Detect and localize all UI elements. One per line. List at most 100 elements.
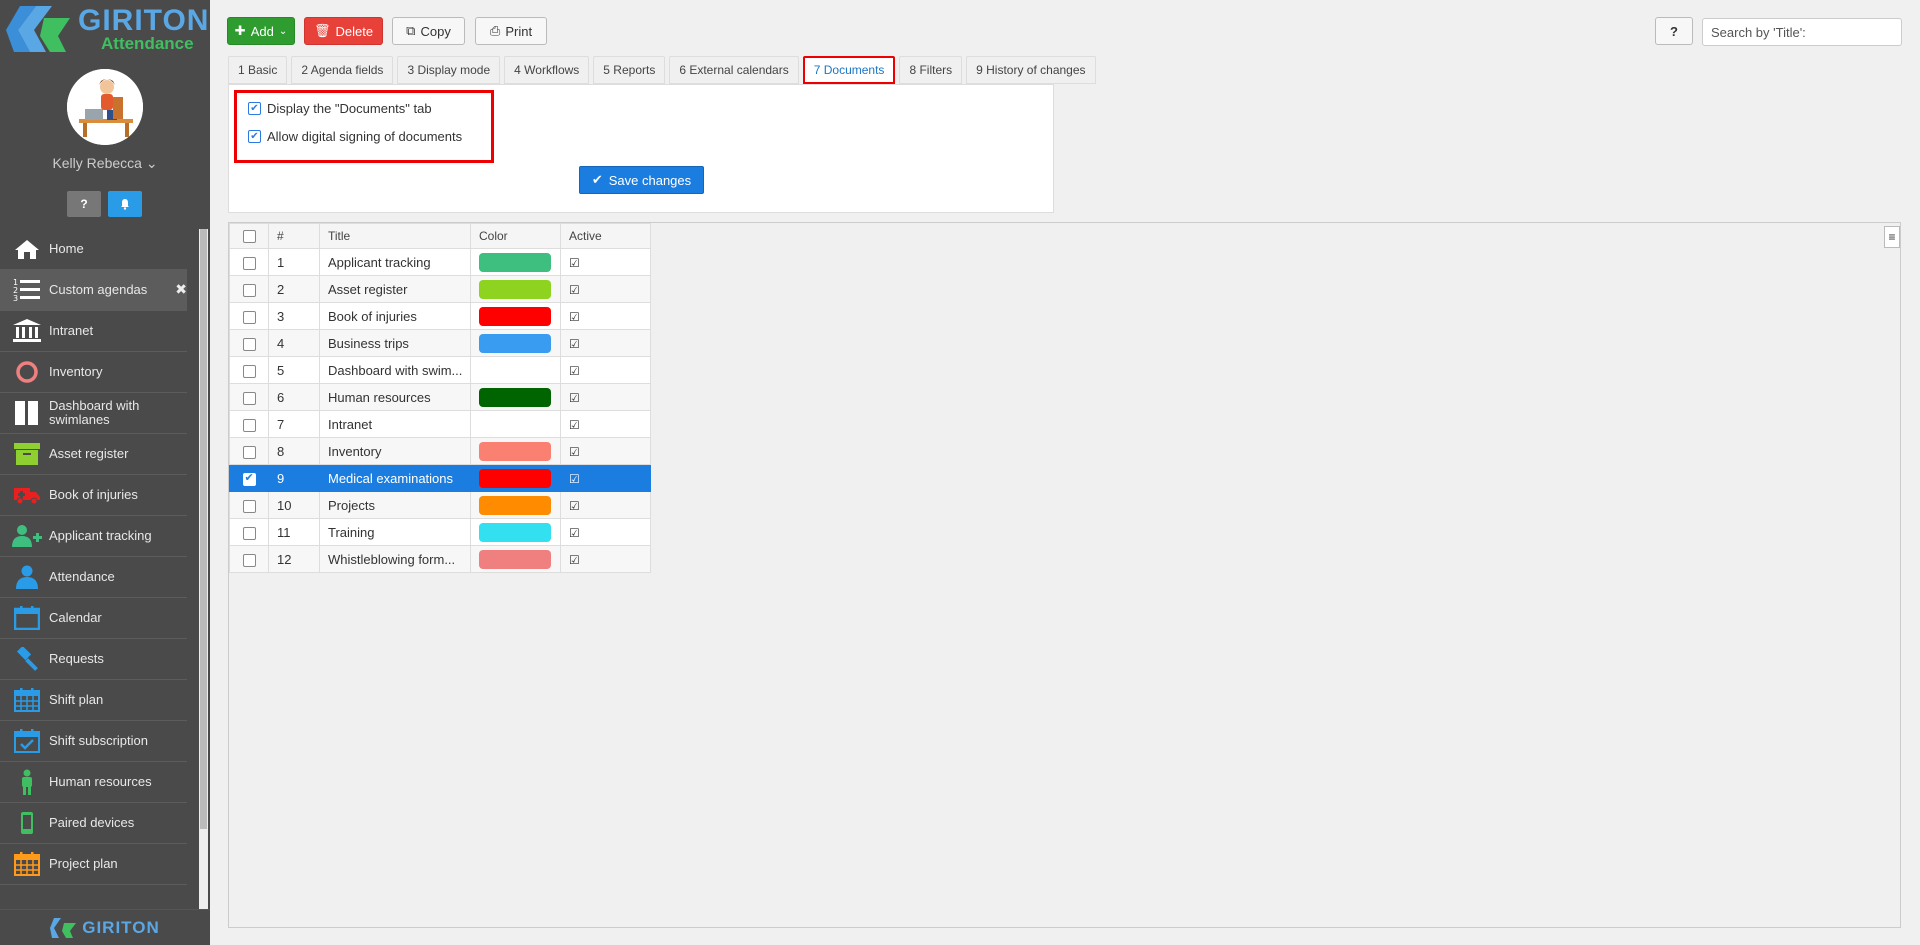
- row-checkbox[interactable]: [242, 418, 256, 432]
- select-all-checkbox[interactable]: [242, 230, 256, 244]
- row-checkbox[interactable]: [242, 445, 256, 459]
- chevron-down-icon: ⌄: [278, 25, 288, 37]
- row-select-cell[interactable]: [229, 437, 269, 465]
- sidebar-item-calendar[interactable]: Calendar: [0, 598, 187, 639]
- column-header-color[interactable]: Color: [470, 223, 561, 249]
- sidebar-item-asset-register[interactable]: Asset register: [0, 434, 187, 475]
- add-button[interactable]: ✚ Add ⌄: [227, 17, 295, 45]
- sidebar-item-shift-subscription[interactable]: Shift subscription: [0, 721, 187, 762]
- row-select-cell[interactable]: [229, 248, 269, 276]
- tab-display-mode[interactable]: 3 Display mode: [397, 56, 501, 84]
- row-select-cell[interactable]: [229, 545, 269, 573]
- table-row[interactable]: 4 Business trips ☑: [229, 329, 651, 357]
- digital-signing-checkbox[interactable]: ✔: [248, 130, 261, 143]
- display-documents-tab-option[interactable]: ✔ Display the "Documents" tab: [248, 101, 432, 116]
- select-all-cell[interactable]: [229, 223, 269, 249]
- row-checkbox[interactable]: [242, 499, 256, 513]
- table-row[interactable]: 6 Human resources ☑: [229, 383, 651, 411]
- sidebar-item-label: Asset register: [49, 446, 129, 461]
- sidebar-scrollbar[interactable]: [199, 229, 208, 909]
- user-menu[interactable]: Kelly Rebecca ⌄: [0, 155, 210, 172]
- row-active-cell: ☑: [560, 248, 651, 276]
- grid-menu-button[interactable]: ≡: [1884, 226, 1900, 248]
- row-title: Applicant tracking: [319, 248, 471, 276]
- column-header-active[interactable]: Active: [560, 223, 651, 249]
- calendar-icon: [12, 604, 42, 632]
- tab-external-calendars[interactable]: 6 External calendars: [669, 56, 799, 84]
- table-row[interactable]: 12 Whistleblowing form... ☑: [229, 545, 651, 573]
- row-select-cell[interactable]: [229, 464, 269, 492]
- sidebar-item-shift-plan[interactable]: Shift plan: [0, 680, 187, 721]
- row-select-cell[interactable]: [229, 383, 269, 411]
- sidebar-item-paired-devices[interactable]: Paired devices: [0, 803, 187, 844]
- help-button[interactable]: ?: [67, 191, 101, 217]
- column-header-number[interactable]: #: [268, 223, 320, 249]
- tab-history-of-changes[interactable]: 9 History of changes: [966, 56, 1096, 84]
- display-documents-tab-checkbox[interactable]: ✔: [248, 102, 261, 115]
- column-header-title[interactable]: Title: [319, 223, 471, 249]
- row-checkbox[interactable]: [242, 256, 256, 270]
- row-select-cell[interactable]: [229, 302, 269, 330]
- notifications-button[interactable]: [108, 191, 142, 217]
- sidebar-item-label: Custom agendas: [49, 282, 148, 297]
- avatar[interactable]: [67, 69, 143, 145]
- delete-button[interactable]: 🗑 Delete: [304, 17, 383, 45]
- table-row[interactable]: 3 Book of injuries ☑: [229, 302, 651, 330]
- sidebar-item-inventory[interactable]: Inventory: [0, 352, 187, 393]
- table-row[interactable]: 5 Dashboard with swim... ☑: [229, 356, 651, 384]
- table-row[interactable]: 7 Intranet ☑: [229, 410, 651, 438]
- row-select-cell[interactable]: [229, 356, 269, 384]
- copy-button[interactable]: ⧉ Copy: [392, 17, 465, 45]
- search-input[interactable]: [1702, 18, 1902, 46]
- tab-reports[interactable]: 5 Reports: [593, 56, 666, 84]
- scrollbar-thumb[interactable]: [200, 229, 207, 829]
- sidebar-item-applicant-tracking[interactable]: Applicant tracking: [0, 516, 187, 557]
- table-row[interactable]: 8 Inventory ☑: [229, 437, 651, 465]
- digital-signing-option[interactable]: ✔ Allow digital signing of documents: [248, 129, 462, 144]
- tab-agenda-fields[interactable]: 2 Agenda fields: [291, 56, 394, 84]
- row-select-cell[interactable]: [229, 410, 269, 438]
- row-checkbox[interactable]: [242, 283, 256, 297]
- sidebar-item-dashboard-with-swimlanes[interactable]: Dashboard with swimlanes: [0, 393, 187, 434]
- app-logo[interactable]: GIRITON Attendance: [0, 0, 210, 58]
- table-row[interactable]: 11 Training ☑: [229, 518, 651, 546]
- ambulance-icon: [12, 481, 42, 509]
- row-select-cell[interactable]: [229, 329, 269, 357]
- print-button[interactable]: ⎙ Print: [475, 17, 547, 45]
- row-checkbox[interactable]: [242, 337, 256, 351]
- row-select-cell[interactable]: [229, 275, 269, 303]
- row-active-cell: ☑: [560, 545, 651, 573]
- row-checkbox[interactable]: [242, 391, 256, 405]
- row-checkbox[interactable]: [242, 364, 256, 378]
- table-row[interactable]: 10 Projects ☑: [229, 491, 651, 519]
- row-select-cell[interactable]: [229, 518, 269, 546]
- sidebar-item-human-resources[interactable]: Human resources: [0, 762, 187, 803]
- sidebar-item-label: Intranet: [49, 323, 94, 338]
- sidebar-item-home[interactable]: Home: [0, 229, 187, 270]
- sidebar-item-book-of-injuries[interactable]: Book of injuries: [0, 475, 187, 516]
- tab-basic[interactable]: 1 Basic: [228, 56, 288, 84]
- save-changes-button[interactable]: ✔ Save changes: [579, 166, 704, 194]
- sidebar-item-requests[interactable]: Requests: [0, 639, 187, 680]
- table-row[interactable]: 2 Asset register ☑: [229, 275, 651, 303]
- row-checkbox[interactable]: [242, 553, 256, 567]
- tab-workflows[interactable]: 4 Workflows: [504, 56, 590, 84]
- table-row[interactable]: 9Medical examinations ☑: [229, 464, 651, 492]
- checked-square-icon: ☑: [569, 552, 580, 567]
- row-active-cell: ☑: [560, 275, 651, 303]
- sidebar-item-intranet[interactable]: Intranet: [0, 311, 187, 352]
- table-row[interactable]: 1 Applicant tracking ☑: [229, 248, 651, 276]
- color-swatch: [479, 415, 551, 434]
- sidebar-item-custom-agendas[interactable]: 1 2 3 Custom agendas ✖: [0, 270, 187, 311]
- row-checkbox[interactable]: [242, 310, 256, 324]
- row-select-cell[interactable]: [229, 491, 269, 519]
- settings-tabs: 1 Basic 2 Agenda fields 3 Display mode 4 Wo…: [228, 56, 1096, 84]
- tab-filters[interactable]: 8 Filters: [899, 56, 963, 84]
- close-icon[interactable]: ✖: [175, 281, 187, 298]
- row-checkbox[interactable]: [242, 526, 256, 540]
- row-checkbox[interactable]: [242, 471, 256, 486]
- help-button-top[interactable]: ?: [1655, 17, 1693, 45]
- tab-documents[interactable]: 7 Documents: [802, 56, 896, 84]
- sidebar-item-project-plan[interactable]: Project plan: [0, 844, 187, 885]
- sidebar-item-attendance[interactable]: Attendance: [0, 557, 187, 598]
